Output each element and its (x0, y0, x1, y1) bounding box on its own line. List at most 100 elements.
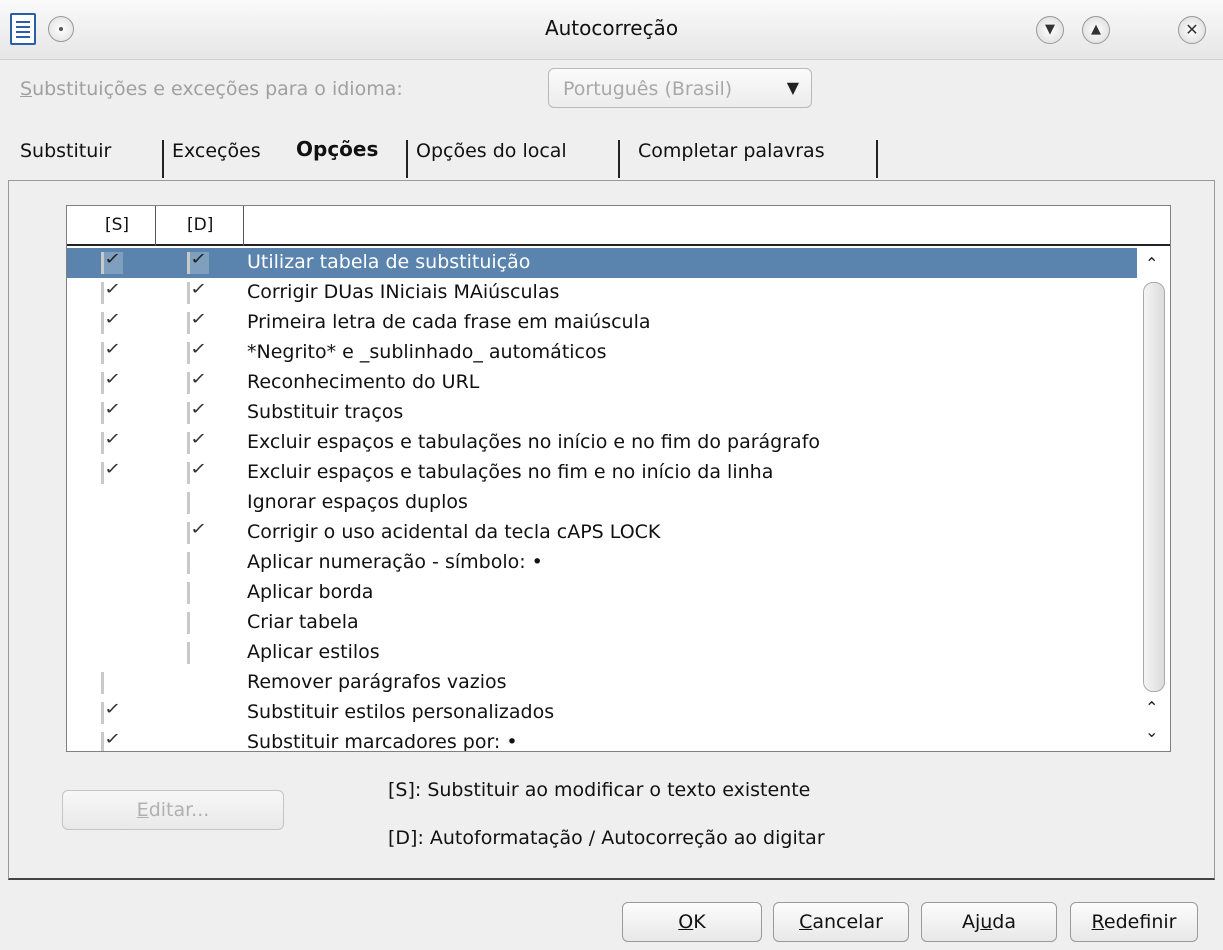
checkbox-s[interactable]: ✓ (101, 279, 123, 304)
list-item[interactable]: ✓ Corrigir o uso acidental da tecla cAPS … (67, 518, 1137, 548)
checkbox-s[interactable]: ✓ (101, 369, 123, 394)
tab-completar-palavras[interactable]: Completar palavras (638, 140, 825, 162)
checkbox-s[interactable]: ✓ (101, 399, 123, 424)
tab-opcoes[interactable]: Opções (296, 137, 378, 161)
edit-button-mnemonic: E (136, 799, 149, 821)
checkbox-d[interactable]: ✓ (187, 339, 209, 364)
options-list[interactable]: [S] [D] ✓ ✓ Utilizar tabela de substituiçã… (66, 205, 1171, 752)
list-item[interactable]: ✓ Substituir estilos personalizados (67, 698, 1137, 728)
list-item[interactable]: Criar tabela (67, 608, 1137, 638)
edit-button[interactable]: Editar... (62, 790, 284, 830)
list-item-label: Substituir marcadores por: • (247, 731, 518, 751)
tab-excecoes[interactable]: Exceções (172, 140, 261, 162)
check-icon: ✓ (103, 309, 122, 328)
language-select[interactable]: Português (Brasil) ▼ (548, 68, 812, 108)
checkbox-d[interactable]: ✓ (187, 309, 209, 334)
check-icon: ✓ (189, 519, 208, 538)
list-item[interactable]: Remover parágrafos vazios (67, 668, 1137, 698)
list-item[interactable]: ✓ ✓ Substituir traços (67, 398, 1137, 428)
list-item[interactable]: ✓ ✓ Utilizar tabela de substituição (67, 248, 1137, 278)
check-icon: ✓ (103, 429, 122, 448)
check-icon: ✓ (103, 459, 122, 478)
check-icon: ✓ (103, 369, 122, 388)
list-item[interactable]: ✓ ✓ Excluir espaços e tabulações no fim e … (67, 458, 1137, 488)
checkbox-s[interactable]: ✓ (101, 339, 123, 364)
check-icon: ✓ (189, 429, 208, 448)
check-icon: ✓ (189, 279, 208, 298)
check-icon: ✓ (103, 339, 122, 358)
close-button[interactable]: ✕ (1178, 16, 1206, 44)
checkbox-d[interactable] (187, 492, 209, 514)
reset-button[interactable]: Redefinir (1070, 902, 1198, 942)
close-icon: ✕ (1185, 20, 1199, 39)
check-icon: ✓ (189, 459, 208, 478)
list-item[interactable]: Aplicar borda (67, 578, 1137, 608)
list-item[interactable]: ✓ ✓ Reconhecimento do URL (67, 368, 1137, 398)
checkbox-box (187, 612, 191, 634)
checkbox-d[interactable] (187, 642, 209, 664)
checkbox-d[interactable]: ✓ (187, 369, 209, 394)
list-item[interactable]: ✓ ✓ Corrigir DUas INiciais MAiúsculas (67, 278, 1137, 308)
list-item-label: Reconhecimento do URL (247, 371, 480, 393)
minimize-button[interactable]: ▼ (1036, 16, 1064, 44)
cancel-mnemonic: C (799, 911, 813, 933)
checkbox-s[interactable]: ✓ (101, 309, 123, 334)
checkbox-d[interactable] (187, 582, 209, 604)
help-label-pre: Aj (961, 911, 981, 933)
checkbox-d[interactable] (187, 552, 209, 574)
vertical-scrollbar[interactable]: ⌃ ⌃ ⌄ (1139, 248, 1169, 751)
cancel-button[interactable]: Cancelar (773, 902, 909, 942)
help-label-post: da (992, 911, 1017, 933)
checkbox-s[interactable]: ✓ (101, 729, 123, 751)
checkbox-d[interactable]: ✓ (187, 429, 209, 454)
list-item[interactable]: Ignorar espaços duplos (67, 488, 1137, 518)
list-item-label: Remover parágrafos vazios (247, 671, 507, 693)
list-item-label: Aplicar estilos (247, 641, 380, 663)
list-item-label: Utilizar tabela de substituição (247, 251, 531, 273)
list-item[interactable]: Aplicar numeração - símbolo: • (67, 548, 1137, 578)
list-item[interactable]: ✓ ✓ Excluir espaços e tabulações no início… (67, 428, 1137, 458)
edit-button-label: ditar... (148, 799, 210, 821)
check-icon: ✓ (103, 399, 122, 418)
checkbox-box (187, 582, 191, 604)
checkbox-s[interactable]: ✓ (101, 429, 123, 454)
column-header-s[interactable]: [S] (105, 215, 129, 235)
checkbox-d[interactable]: ✓ (187, 279, 209, 304)
language-select-value: Português (Brasil) (563, 78, 733, 100)
checkbox-s[interactable]: ✓ (101, 459, 123, 484)
checkbox-d[interactable]: ✓ (187, 519, 209, 544)
checkbox-d[interactable] (187, 612, 209, 634)
reset-mnemonic: R (1091, 911, 1104, 933)
tab-substituir[interactable]: Substituir (20, 140, 111, 162)
chevron-up-icon: ▲ (1091, 22, 1101, 37)
checkbox-box (101, 672, 105, 694)
tab-opcoes-do-local[interactable]: Opções do local (416, 140, 567, 162)
tab-separator (876, 140, 878, 178)
checkbox-s[interactable] (101, 672, 123, 694)
list-item[interactable]: ✓ ✓ Primeira letra de cada frase em maiúsc… (67, 308, 1137, 338)
ok-button[interactable]: OK (622, 902, 762, 942)
checkbox-s[interactable]: ✓ (101, 699, 123, 724)
checkbox-d[interactable]: ✓ (187, 459, 209, 484)
list-item-label: Excluir espaços e tabulações no fim e no… (247, 461, 774, 483)
checkbox-d[interactable]: ✓ (187, 399, 209, 424)
check-icon: ✓ (189, 249, 208, 268)
scrollbar-thumb[interactable] (1143, 282, 1165, 692)
checkbox-d[interactable]: ✓ (187, 249, 209, 274)
help-button[interactable]: Ajuda (921, 902, 1057, 942)
list-item[interactable]: ✓ Substituir marcadores por: • (67, 728, 1137, 751)
scroll-up-icon[interactable]: ⌃ (1145, 254, 1158, 273)
column-header-d[interactable]: [D] (187, 215, 213, 235)
check-icon: ✓ (189, 369, 208, 388)
ok-label: K (693, 911, 706, 933)
list-item-label: *Negrito* e _sublinhado_ automáticos (247, 341, 607, 363)
maximize-button[interactable]: ▲ (1082, 16, 1110, 44)
list-item-label: Criar tabela (247, 611, 359, 633)
list-item[interactable]: ✓ ✓ *Negrito* e _sublinhado_ automáticos (67, 338, 1137, 368)
checkbox-box (187, 642, 191, 664)
scroll-up-icon[interactable]: ⌃ (1145, 698, 1158, 717)
list-item[interactable]: Aplicar estilos (67, 638, 1137, 668)
checkbox-s[interactable]: ✓ (101, 249, 123, 274)
list-item-label: Ignorar espaços duplos (247, 491, 468, 513)
scroll-down-icon[interactable]: ⌄ (1145, 722, 1158, 741)
